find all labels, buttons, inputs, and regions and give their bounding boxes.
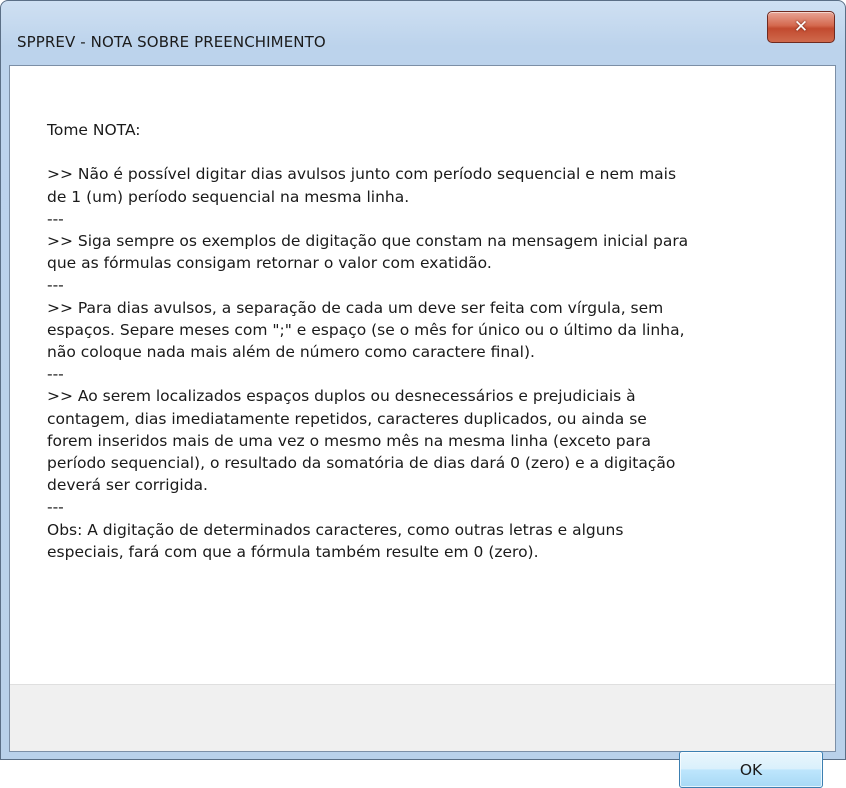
title-bar[interactable]: SPPREV - NOTA SOBRE PREENCHIMENTO ✕ [1,1,845,51]
message-line: Obs: A digitação de determinados caracte… [47,520,624,539]
window-title: SPPREV - NOTA SOBRE PREENCHIMENTO [17,33,326,51]
message-line: Tome NOTA: [47,121,141,139]
message-line: período sequencial), o resultado da soma… [47,454,676,473]
message-line: contagem, dias imediatamente repetidos, … [47,409,647,428]
message-line: --- [47,498,64,517]
message-text: Tome NOTA: >> Não é possível digitar dia… [47,119,787,563]
dialog-client-area: Tome NOTA: >> Não é possível digitar dia… [9,65,836,788]
close-button[interactable]: ✕ [767,11,835,43]
button-bar: OK [10,684,835,788]
message-line: forem inseridos mais de uma vez o mesmo … [47,431,652,450]
ok-button[interactable]: OK [679,751,823,788]
message-line: que as fórmulas consigam retornar o valo… [47,254,492,273]
message-line: >> Não é possível digitar dias avulsos j… [47,165,677,184]
message-line: --- [47,365,64,384]
message-line: deverá ser corrigida. [47,476,208,495]
message-line: não coloque nada mais além de número com… [47,343,535,362]
message-line: >> Ao serem localizados espaços duplos o… [47,387,636,406]
message-line [47,141,787,163]
close-icon[interactable]: ✕ [794,18,808,36]
message-line: >> Siga sempre os exemplos de digitação … [47,232,689,251]
message-dialog: SPPREV - NOTA SOBRE PREENCHIMENTO ✕ Tome… [0,0,846,788]
message-line: --- [47,276,64,295]
message-line: >> Para dias avulsos, a separação de cad… [47,298,664,317]
message-line: --- [47,209,64,228]
message-area: Tome NOTA: >> Não é possível digitar dia… [10,66,835,684]
message-line: espaços. Separe meses com ";" e espaço (… [47,320,685,339]
message-line: especiais, fará com que a fórmula também… [47,542,539,561]
message-line: de 1 (um) período sequencial na mesma li… [47,187,410,206]
